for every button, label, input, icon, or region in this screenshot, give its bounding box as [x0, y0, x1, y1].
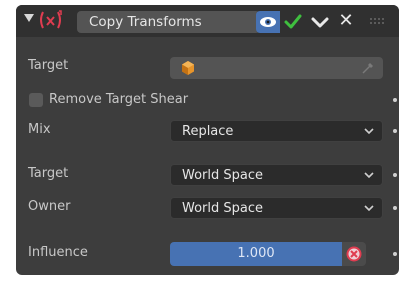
- keyframe-dot-remove-shear[interactable]: [393, 98, 397, 102]
- chevron-down-icon[interactable]: [308, 10, 332, 34]
- keyframe-dot-owner-space[interactable]: [393, 206, 397, 210]
- constraint-name-field[interactable]: Copy Transforms: [77, 11, 260, 33]
- influence-slider[interactable]: 1.000: [170, 242, 342, 266]
- owner-space-label: Owner: [28, 199, 71, 214]
- influence-label: Influence: [28, 245, 88, 260]
- chevron-down-icon: [364, 172, 374, 179]
- remove-shear-label: Remove Target Shear: [49, 92, 189, 107]
- target-space-label: Target: [28, 166, 69, 181]
- influence-value: 1.000: [237, 246, 275, 261]
- mix-value: Replace: [182, 124, 234, 139]
- keyframe-dot-mix[interactable]: [393, 129, 397, 133]
- chevron-down-icon: [364, 205, 374, 212]
- checkmark-icon[interactable]: [281, 10, 305, 34]
- collapse-arrow-icon[interactable]: [24, 14, 34, 22]
- eyedropper-icon[interactable]: [360, 60, 376, 76]
- constraint-name-text: Copy Transforms: [89, 14, 202, 30]
- keyframe-dot-influence[interactable]: [393, 252, 397, 256]
- constraint-panel: Copy Transforms ✕ Target Remove Target S…: [16, 5, 399, 275]
- copy-transforms-constraint-icon: [40, 10, 62, 29]
- mix-label: Mix: [28, 122, 51, 137]
- eye-icon[interactable]: [256, 11, 280, 33]
- clear-x-icon: [346, 246, 362, 262]
- owner-space-dropdown[interactable]: World Space: [170, 197, 383, 219]
- mix-dropdown[interactable]: Replace: [170, 120, 383, 142]
- target-object-field[interactable]: [170, 57, 383, 79]
- remove-shear-checkbox[interactable]: [29, 93, 43, 107]
- disable-keep-transform-button[interactable]: [342, 242, 366, 266]
- close-icon[interactable]: ✕: [334, 9, 358, 33]
- target-label: Target: [28, 58, 69, 73]
- chevron-down-icon: [364, 128, 374, 135]
- owner-space-value: World Space: [182, 201, 264, 216]
- keyframe-dot-target-space[interactable]: [393, 173, 397, 177]
- object-cube-icon: [182, 61, 194, 75]
- grip-icon[interactable]: [368, 14, 388, 28]
- target-space-value: World Space: [182, 168, 264, 183]
- target-space-dropdown[interactable]: World Space: [170, 164, 383, 186]
- constraint-header: Copy Transforms ✕: [16, 5, 399, 37]
